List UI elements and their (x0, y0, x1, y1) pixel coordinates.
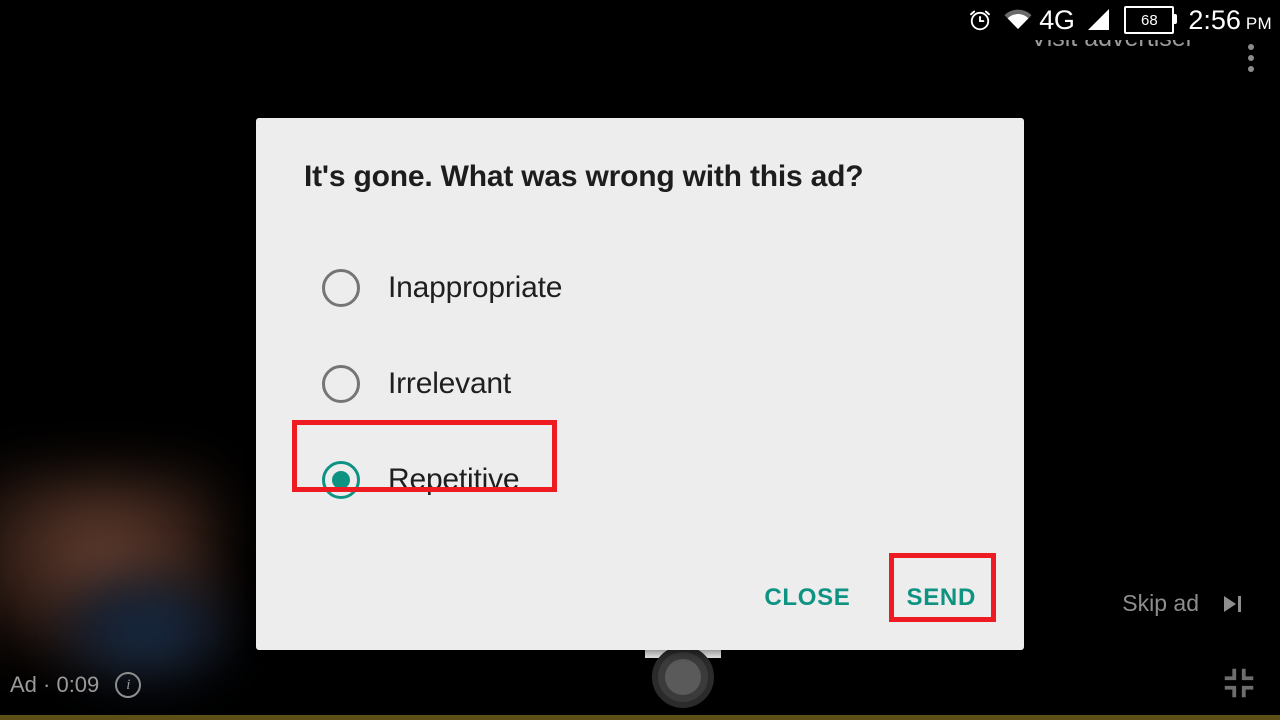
skip-next-icon (1221, 594, 1245, 614)
kebab-dot (1248, 66, 1254, 72)
kebab-menu-icon[interactable] (1248, 44, 1254, 77)
feedback-options-group: Inappropriate Irrelevant Repetitive (304, 240, 964, 528)
battery-icon: 68 (1124, 6, 1178, 34)
visit-advertiser-link[interactable]: Visit advertiser (1031, 40, 1195, 58)
ad-status: Ad · 0:09 i (10, 672, 142, 698)
radio-irrelevant[interactable] (322, 365, 360, 403)
clock: 2:56 PM (1188, 4, 1272, 35)
option-label: Irrelevant (388, 367, 512, 400)
kebab-dot (1248, 44, 1254, 50)
radio-inappropriate[interactable] (322, 269, 360, 307)
alarm-clock-icon (967, 7, 993, 33)
ad-progress-bar[interactable] (0, 715, 1280, 720)
info-icon[interactable]: i (115, 672, 142, 698)
option-label: Repetitive (388, 463, 520, 496)
dialog-action-bar: CLOSE SEND (748, 572, 992, 624)
option-inappropriate[interactable]: Inappropriate (304, 240, 964, 336)
exit-fullscreen-icon[interactable] (1220, 664, 1258, 702)
ad-feedback-dialog: It's gone. What was wrong with this ad? … (256, 118, 1024, 650)
ad-countdown-label: Ad · 0:09 (10, 672, 100, 697)
android-screen: 4G 68 2:56 PM Visit advertiser Ad · 0:09… (0, 0, 1280, 720)
wifi-icon (1003, 8, 1033, 32)
clock-ampm: PM (1245, 13, 1272, 33)
touch-indicator (652, 646, 714, 708)
option-irrelevant[interactable]: Irrelevant (304, 336, 964, 432)
video-blur-region-cool (55, 575, 235, 685)
radio-repetitive[interactable] (322, 461, 360, 499)
visit-advertiser-label: Visit advertiser (1031, 40, 1195, 51)
network-type-label: 4G (1039, 4, 1075, 35)
battery-level-label: 68 (1140, 11, 1158, 29)
send-button[interactable]: SEND (891, 572, 992, 624)
close-button[interactable]: CLOSE (748, 572, 866, 624)
status-bar: 4G 68 2:56 PM (0, 0, 1280, 40)
kebab-dot (1248, 55, 1254, 61)
skip-ad-button[interactable]: Skip ad (1122, 590, 1245, 617)
dialog-title: It's gone. What was wrong with this ad? (304, 160, 864, 193)
skip-ad-label: Skip ad (1122, 590, 1199, 616)
option-repetitive[interactable]: Repetitive (304, 432, 964, 528)
option-label: Inappropriate (388, 271, 563, 304)
clock-time: 2:56 (1188, 4, 1241, 35)
info-glyph: i (126, 676, 131, 693)
cellular-signal-icon (1084, 7, 1112, 33)
